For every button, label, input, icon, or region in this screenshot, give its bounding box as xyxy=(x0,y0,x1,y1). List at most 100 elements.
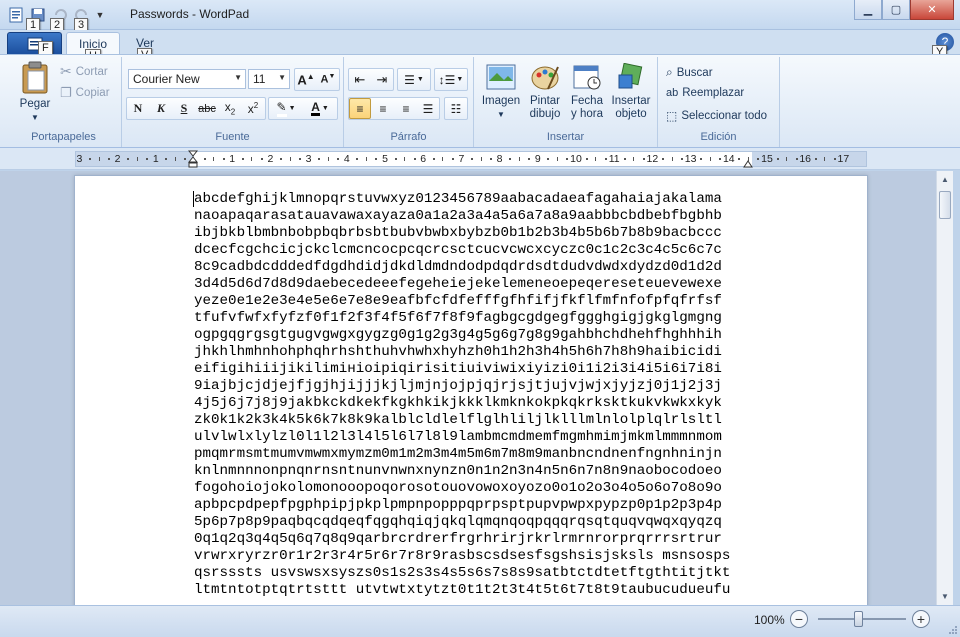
ruler-tick-label: 10 xyxy=(570,153,582,165)
document-line[interactable]: abcdefghijklmnopqrstuvwxyz0123456789aaba… xyxy=(194,191,730,208)
quick-access-toolbar: 1 2 3 ▼ xyxy=(6,6,106,33)
scroll-thumb[interactable] xyxy=(939,191,951,219)
undo-button[interactable]: 2 xyxy=(50,6,70,33)
document-line[interactable]: 4j5j6j7j8j9jakbkckdkekfkgkhkikjkkklkmknk… xyxy=(194,395,730,412)
tab-inicio[interactable]: Inicio H xyxy=(66,32,120,64)
maximize-button[interactable]: ▢ xyxy=(882,0,910,20)
resize-grip-icon[interactable] xyxy=(948,625,958,635)
superscript-button[interactable]: x2 xyxy=(242,98,264,119)
right-indent-marker[interactable] xyxy=(743,157,753,168)
document-line[interactable]: yeze0e1e2e3e4e5e6e7e8e9eafbfcfdfefffgfhf… xyxy=(194,293,730,310)
chevron-down-icon: ▼ xyxy=(416,76,424,83)
paste-dropdown-icon: ▼ xyxy=(31,113,39,122)
document-line[interactable]: dcecfcgchcicjckclcmcncocpcqcrcsctcucvcwc… xyxy=(194,242,730,259)
text-color-button[interactable]: A ▼ xyxy=(304,98,336,119)
zoom-out-button[interactable]: − xyxy=(790,610,808,628)
paste-button[interactable]: Pegar ▼ xyxy=(14,61,56,124)
align-left-button[interactable]: ≡ xyxy=(349,98,371,119)
document-line[interactable]: apbpcpdpepfpgphpipjpkplpmpnpopppqprpsptp… xyxy=(194,497,730,514)
increase-indent-icon: ⇥ xyxy=(376,71,388,87)
copy-button[interactable]: ❐ Copiar xyxy=(60,85,110,101)
select-all-button[interactable]: ⬚ Seleccionar todo xyxy=(666,109,767,123)
ruler-tick xyxy=(786,157,788,161)
document-page[interactable]: abcdefghijklmnopqrstuvwxyz0123456789aaba… xyxy=(74,175,868,605)
document-line[interactable]: ltmtntotptqtrtsttt utvtwtxtytzt0t1t2t3t4… xyxy=(194,582,730,599)
scroll-up-icon: ▲ xyxy=(941,175,949,184)
font-size-select[interactable]: 11 ▼ xyxy=(248,69,290,89)
underline-button[interactable]: S xyxy=(173,98,195,119)
save-button[interactable]: 1 xyxy=(26,6,48,33)
decrease-indent-button[interactable]: ⇤ xyxy=(349,69,371,90)
redo-button[interactable]: 3 xyxy=(72,6,92,33)
document-line[interactable]: jhkhlhmhnhohphqhrhshthuhvhwhxhyhzh0h1h2h… xyxy=(194,344,730,361)
ruler-tick-label: 5 xyxy=(382,153,388,165)
document-line[interactable]: 9iajbjcjdjejfjgjhjijjjkjljmjnjojpjqjrjsj… xyxy=(194,378,730,395)
indent-marker[interactable] xyxy=(187,150,199,168)
subscript-button[interactable]: x2 xyxy=(219,98,241,119)
document-line[interactable]: vrwrxryrzr0r1r2r3r4r5r6r7r8r9rasbscsdses… xyxy=(194,548,730,565)
document-line[interactable]: 5p6p7p8p9paqbqcqdqeqfqgqhqiqjqkqlqmqnqoq… xyxy=(194,514,730,531)
document-line[interactable]: zk0k1k2k3k4k5k6k7k8k9kalblcldlelflglhlil… xyxy=(194,412,730,429)
document-area[interactable]: abcdefghijklmnopqrstuvwxyz0123456789aaba… xyxy=(0,171,936,605)
align-right-button[interactable]: ≡ xyxy=(395,98,417,119)
document-line[interactable]: qsrsssts usvswsxsyszs0s1s2s3s4s5s6s7s8s9… xyxy=(194,565,730,582)
bullet-list-button[interactable]: ☰ ▼ xyxy=(398,69,430,90)
document-line[interactable]: tfufvfwfxfyfzf0f1f2f3f4f5f6f7f8f9fagbgcg… xyxy=(194,310,730,327)
close-button[interactable]: ✕ xyxy=(910,0,954,20)
ruler-tick xyxy=(222,158,225,160)
document-line[interactable]: 0q1q2q3q4q5q6q7q8q9qarbrcrdrerfrgrhrirjr… xyxy=(194,531,730,548)
strikethrough-button[interactable]: abc xyxy=(196,98,218,119)
date-time-button[interactable]: Fecha y hora xyxy=(566,63,608,121)
insert-object-button[interactable]: Insertar objeto xyxy=(608,63,654,121)
zoom-in-button[interactable]: + xyxy=(912,610,930,628)
document-line[interactable]: ulvlwlxlylzl0l1l2l3l4l5l6l7l8l9lambmcmdm… xyxy=(194,429,730,446)
document-line[interactable]: knlnmnnnonpnqnrnsntnunvnwnxnynzn0n1n2n3n… xyxy=(194,463,730,480)
ruler-tick xyxy=(671,157,673,161)
replace-button[interactable]: ab Reemplazar xyxy=(666,87,744,99)
ruler-tick xyxy=(700,158,703,160)
document-line[interactable]: naoapaqarasatauavawaxayaza0a1a2a3a4a5a6a… xyxy=(194,208,730,225)
paint-label-2: dibujo xyxy=(529,108,561,120)
insert-image-button[interactable]: Imagen ▼ xyxy=(480,63,522,121)
document-line[interactable]: 8c9cadbdcdddedfdgdhdidjdkdldmdndodpdqdrd… xyxy=(194,259,730,276)
font-family-select[interactable]: Courier New ▼ xyxy=(128,69,246,89)
ruler-tick xyxy=(279,158,282,160)
app-icon[interactable] xyxy=(6,6,26,24)
increase-indent-button[interactable]: ⇥ xyxy=(371,69,393,90)
grow-font-button[interactable]: A▲ xyxy=(295,69,317,90)
document-line[interactable]: pmqmrmsmtmumvmwmxmymzm0m1m2m3m4m5m6m7m8m… xyxy=(194,446,730,463)
justify-button[interactable]: ☰ xyxy=(417,98,439,119)
align-center-button[interactable]: ≡ xyxy=(372,98,394,119)
line-spacing-button[interactable]: ↕☰ ▼ xyxy=(435,69,467,90)
scroll-up-button[interactable]: ▲ xyxy=(937,171,953,188)
ruler-tick xyxy=(375,158,378,160)
minimize-button[interactable]: ▁ xyxy=(854,0,882,20)
highlight-color-button[interactable]: ✎ ▼ xyxy=(270,98,302,119)
replace-label: Reemplazar xyxy=(682,87,745,99)
document-line[interactable]: ogpgqgrgsgtgugvgwgxgygzg0g1g2g3g4g5g6g7g… xyxy=(194,327,730,344)
italic-button[interactable]: K xyxy=(150,98,172,119)
bold-button[interactable]: N xyxy=(127,98,149,119)
paragraph-dialog-button[interactable]: ☷ xyxy=(445,98,467,119)
zoom-slider-thumb[interactable] xyxy=(854,611,863,627)
document-line[interactable]: eifigihiiijikilimінioipiqirisitiuiviwixi… xyxy=(194,361,730,378)
help-button[interactable]: ? Y xyxy=(932,33,954,60)
document-line[interactable]: 3d4d5d6d7d8d9daebecedeeefegeheiejekeleme… xyxy=(194,276,730,293)
scissors-icon: ✂ xyxy=(60,63,72,79)
vertical-scrollbar[interactable]: ▲ ▼ xyxy=(936,171,953,605)
right-indent-marker-icon xyxy=(743,160,753,168)
ruler[interactable]: 3 2 1 1 2 3 4 5 6 7 8 9 10 11 12 13 14 15 16 17 xyxy=(0,148,960,170)
tab-ver[interactable]: Ver V xyxy=(124,32,168,63)
scroll-down-button[interactable]: ▼ xyxy=(937,588,953,605)
customize-qat-button[interactable]: ▼ xyxy=(94,6,106,24)
paint-drawing-button[interactable]: Pintar dibujo xyxy=(524,63,566,121)
document-line[interactable]: fogohoiojokolomonooopoqorosotouovowoxoyo… xyxy=(194,480,730,497)
shrink-font-button[interactable]: A▼ xyxy=(317,69,339,90)
document-text[interactable]: abcdefghijklmnopqrstuvwxyz0123456789aaba… xyxy=(194,191,730,599)
find-button[interactable]: ⌕ Buscar xyxy=(666,65,713,80)
group-portapapeles: Pegar ▼ ✂ Cortar ❐ Copiar Portapapeles xyxy=(6,57,122,147)
cut-button[interactable]: ✂ Cortar xyxy=(60,63,108,80)
application-menu-button[interactable]: F xyxy=(7,32,62,56)
ruler-tick xyxy=(566,158,569,160)
document-line[interactable]: ibjbkblbmbnbobpbqbrbsbtbubvbwbxbybzb0b1b… xyxy=(194,225,730,242)
